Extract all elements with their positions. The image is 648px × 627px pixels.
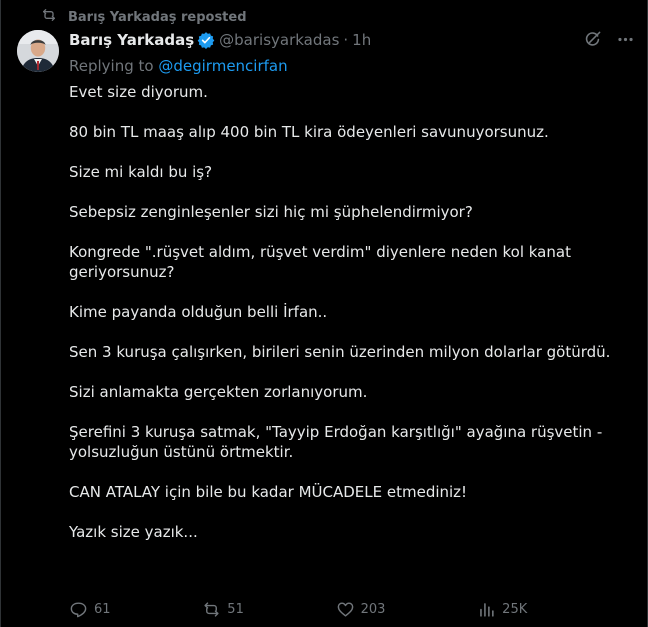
tweet-paragraph: Sizi anlamakta gerçekten zorlanıyorum. [69, 383, 368, 401]
tweet-paragraph: 80 bin TL maaş alıp 400 bin TL kira ödey… [69, 123, 549, 141]
tweet-header: Barış Yarkadaş @barisyarkadas · 1h [69, 30, 371, 50]
views-count: 25K [502, 601, 528, 617]
more-options-icon[interactable] [616, 30, 635, 49]
grok-icon[interactable] [583, 30, 602, 49]
author-name[interactable]: Barış Yarkadaş [69, 31, 194, 49]
top-right-actions [583, 30, 635, 49]
tweet-paragraph: Kongrede ".rüşvet aldım, rüşvet verdim" … [69, 243, 571, 281]
separator-dot: · [343, 31, 349, 49]
tweet-paragraph: Yazık size yazık... [69, 523, 198, 541]
tweet-paragraph: Kime payanda olduğun belli İrfan.. [69, 303, 328, 321]
tweet-paragraph: Sen 3 kuruşa çalışırken, birileri senin … [69, 343, 611, 361]
action-bar: 61 51 203 25K [69, 597, 648, 627]
tweet-paragraph: Şerefini 3 kuruşa satmak, "Tayyip Erdoğa… [69, 423, 603, 461]
reply-button[interactable]: 61 [69, 600, 111, 619]
tweet-paragraph: CAN ATALAY için bile bu kadar MÜCADELE e… [69, 483, 468, 501]
repost-button[interactable]: 51 [202, 600, 244, 619]
secondary-actions [619, 602, 648, 627]
post-time[interactable]: 1h [352, 31, 371, 49]
tweet-container: Barış Yarkadaş reposted Barış Yarkadaş @… [0, 0, 648, 627]
replying-prefix: Replying to [69, 57, 154, 75]
tweet-text: Evet size diyorum. 80 bin TL maaş alıp 4… [69, 82, 629, 542]
analytics-icon [477, 600, 496, 619]
repost-icon [202, 600, 221, 619]
replying-to: Replying to @degirmencirfan [69, 57, 288, 75]
replying-to-link[interactable]: @degirmencirfan [158, 57, 287, 75]
repost-indicator[interactable]: Barış Yarkadaş reposted [41, 8, 247, 26]
views-button[interactable]: 25K [477, 600, 527, 619]
tweet-paragraph: Evet size diyorum. [69, 83, 208, 101]
tweet-paragraph: Sebepsiz zenginleşenler sizi hiç mi şüph… [69, 203, 473, 221]
like-count: 203 [360, 601, 386, 617]
repost-icon [41, 7, 68, 27]
like-button[interactable]: 203 [336, 600, 386, 619]
reply-icon [69, 600, 88, 619]
repost-count: 51 [227, 601, 244, 617]
avatar[interactable] [17, 30, 59, 72]
author-handle[interactable]: @barisyarkadas [219, 31, 339, 49]
reply-count: 61 [94, 601, 111, 617]
repost-text: Barış Yarkadaş reposted [68, 9, 247, 25]
heart-icon [336, 600, 355, 619]
tweet-paragraph: Size mi kaldı bu iş? [69, 163, 213, 181]
verified-badge-icon[interactable] [197, 31, 215, 49]
